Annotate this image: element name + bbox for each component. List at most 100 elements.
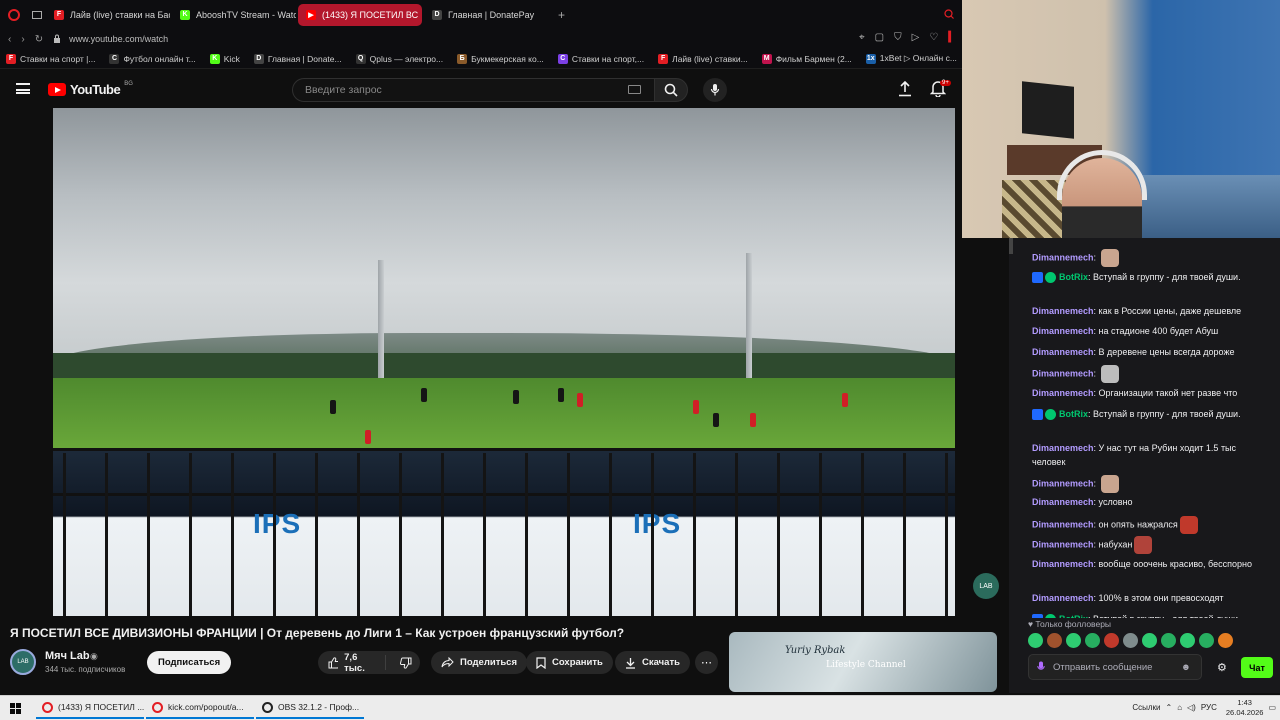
quick-emote-icon[interactable] bbox=[1047, 633, 1062, 648]
chat-username[interactable]: Dimannemech bbox=[1032, 593, 1094, 603]
subscribe-button[interactable]: Подписаться bbox=[147, 651, 232, 674]
recommended-video-signature: Yuriy Rybak bbox=[785, 645, 846, 656]
chat-username[interactable]: Dimannemech bbox=[1032, 306, 1094, 316]
quick-emote-icon[interactable] bbox=[1123, 633, 1138, 648]
chat-username[interactable]: Dimannemech bbox=[1032, 369, 1094, 379]
bookmark-item[interactable]: M Фильм Бармен (2... bbox=[761, 53, 852, 64]
quick-emote-icon[interactable] bbox=[1161, 633, 1176, 648]
flow-icon[interactable]: ▷ bbox=[912, 32, 920, 43]
start-button[interactable] bbox=[0, 702, 30, 714]
system-tray: Ссылки ⌃ ⌂ ◁) РУС 1:43 26.04.2026 ▭ bbox=[1132, 695, 1276, 720]
quick-emote-icon[interactable] bbox=[1085, 633, 1100, 648]
sidebar-toggle-icon[interactable]: ▍ bbox=[948, 32, 956, 43]
video-player[interactable]: IPS IPS bbox=[53, 108, 955, 616]
search-tabs-icon[interactable] bbox=[944, 6, 954, 24]
new-tab-button[interactable]: + bbox=[550, 8, 573, 22]
quick-emote-icon[interactable] bbox=[1104, 633, 1119, 648]
chat-username[interactable]: Dimannemech bbox=[1032, 540, 1094, 550]
chat-text: условно bbox=[1098, 497, 1133, 508]
bookmark-favicon-icon: С bbox=[557, 53, 568, 64]
download-button[interactable]: Скачать bbox=[615, 651, 690, 674]
quick-emote-icon[interactable] bbox=[1028, 633, 1043, 648]
chat-username[interactable]: Dimannemech bbox=[1032, 388, 1094, 398]
like-button[interactable]: 7,6 тыс. bbox=[318, 652, 386, 674]
chat-username[interactable]: Dimannemech bbox=[1032, 252, 1094, 262]
chat-message-input[interactable] bbox=[1053, 661, 1173, 673]
youtube-logo[interactable]: YouTube BG bbox=[48, 81, 133, 97]
create-button[interactable] bbox=[898, 80, 912, 102]
chat-scrollbar[interactable] bbox=[1009, 238, 1013, 254]
tray-chevron-icon[interactable]: ⌃ bbox=[1165, 703, 1172, 712]
clock[interactable]: 1:43 26.04.2026 bbox=[1226, 698, 1264, 718]
dislike-button[interactable] bbox=[392, 657, 420, 669]
bookmark-item[interactable]: C Футбол онлайн т... bbox=[109, 53, 196, 64]
channel-avatar[interactable]: LAB bbox=[10, 649, 36, 675]
chat-send-button[interactable]: Чат bbox=[1241, 657, 1273, 678]
notifications-icon[interactable]: ▭ bbox=[1268, 703, 1276, 712]
reload-icon[interactable]: ↻ bbox=[35, 34, 43, 45]
bookmark-item[interactable]: Q Qplus — электро... bbox=[355, 53, 444, 64]
chat-username[interactable]: Dimannemech bbox=[1032, 559, 1094, 569]
browser-tab[interactable]: F Лайв (live) ставки на Бас bbox=[46, 4, 170, 26]
quick-emote-icon[interactable] bbox=[1142, 633, 1157, 648]
quick-emote-icon[interactable] bbox=[1066, 633, 1081, 648]
more-actions-icon[interactable]: ⋯ bbox=[695, 651, 718, 674]
bookmark-item[interactable]: Б Букмекерская ко... bbox=[457, 53, 544, 64]
chat-username[interactable]: Dimannemech bbox=[1032, 347, 1094, 357]
url-field[interactable]: www.youtube.com/watch bbox=[69, 34, 168, 44]
save-button[interactable]: Сохранить bbox=[526, 651, 613, 674]
bookmark-item[interactable]: F Ставки на спорт |... bbox=[6, 53, 95, 64]
screenshot-icon[interactable]: ▢ bbox=[875, 32, 884, 43]
bookmark-item[interactable]: С Ставки на спорт,... bbox=[557, 53, 644, 64]
taskbar-app[interactable]: (1433) Я ПОСЕТИЛ ... bbox=[36, 698, 144, 719]
back-icon[interactable]: ‹ bbox=[8, 34, 11, 45]
keyboard-icon[interactable] bbox=[628, 85, 641, 94]
bookmark-item[interactable]: F Лайв (live) ставки... bbox=[658, 53, 748, 64]
search-button[interactable] bbox=[654, 78, 688, 102]
chat-settings-icon[interactable]: ⚙ bbox=[1217, 661, 1227, 674]
search-box[interactable] bbox=[292, 78, 654, 102]
quick-emote-icon[interactable] bbox=[1199, 633, 1214, 648]
opera-logo-icon[interactable] bbox=[0, 8, 28, 21]
quick-emote-icon[interactable] bbox=[1218, 633, 1233, 648]
quick-emote-icon[interactable] bbox=[1180, 633, 1195, 648]
links-label[interactable]: Ссылки bbox=[1132, 703, 1160, 712]
chat-message: Dimannemech: набухан bbox=[1032, 536, 1268, 555]
chat-username[interactable]: BotRix bbox=[1059, 272, 1088, 282]
youtube-header: YouTube BG 9+ bbox=[0, 70, 962, 108]
channel-watermark[interactable]: LAB bbox=[973, 573, 999, 599]
tab-list-icon[interactable] bbox=[28, 10, 46, 19]
bookmark-item[interactable]: D Главная | Donate... bbox=[253, 53, 342, 64]
share-button[interactable]: Поделиться bbox=[431, 651, 528, 674]
search-input[interactable] bbox=[305, 84, 605, 96]
menu-icon[interactable] bbox=[16, 83, 30, 94]
bookmark-label: Qplus — электро... bbox=[369, 53, 444, 64]
language-indicator[interactable]: РУС bbox=[1201, 703, 1217, 712]
heart-icon[interactable]: ♡ bbox=[929, 32, 938, 43]
channel-name[interactable]: Мяч Lab bbox=[45, 650, 90, 662]
bookmark-item[interactable]: 1x 1xBet ▷ Онлайн с... bbox=[865, 53, 957, 64]
chat-username[interactable]: Dimannemech bbox=[1032, 519, 1094, 529]
pin-icon[interactable]: ⌖ bbox=[859, 32, 865, 43]
bookmark-item[interactable]: K Kick bbox=[209, 53, 240, 64]
forward-icon[interactable]: › bbox=[21, 34, 24, 45]
taskbar-app[interactable]: kick.com/popout/a... bbox=[146, 698, 254, 719]
browser-tab[interactable]: D Главная | DonatePay bbox=[424, 4, 548, 26]
chat-input-box[interactable]: ☻ bbox=[1028, 654, 1202, 680]
chat-username[interactable]: BotRix bbox=[1059, 409, 1088, 419]
emoji-icon[interactable]: ☻ bbox=[1181, 662, 1191, 673]
network-icon[interactable]: ⌂ bbox=[1177, 703, 1182, 712]
voice-search-button[interactable] bbox=[703, 78, 727, 102]
browser-tab[interactable]: K AbooshTV Stream - Watc bbox=[172, 4, 296, 26]
microphone-icon[interactable] bbox=[1037, 661, 1045, 673]
chat-username[interactable]: Dimannemech bbox=[1032, 443, 1094, 453]
chat-message: Dimannemech: на стадионе 400 будет Абуш bbox=[1032, 324, 1268, 338]
shield-icon[interactable]: ⛉ bbox=[894, 32, 902, 43]
taskbar-app[interactable]: OBS 32.1.2 - Проф... bbox=[256, 698, 364, 719]
volume-icon[interactable]: ◁) bbox=[1187, 703, 1196, 712]
chat-username[interactable]: Dimannemech bbox=[1032, 478, 1094, 488]
browser-tab[interactable]: ▶ (1433) Я ПОСЕТИЛ ВС bbox=[298, 3, 422, 26]
thumbs-down-icon bbox=[400, 657, 412, 669]
chat-username[interactable]: Dimannemech bbox=[1032, 326, 1094, 336]
chat-username[interactable]: Dimannemech bbox=[1032, 497, 1094, 507]
